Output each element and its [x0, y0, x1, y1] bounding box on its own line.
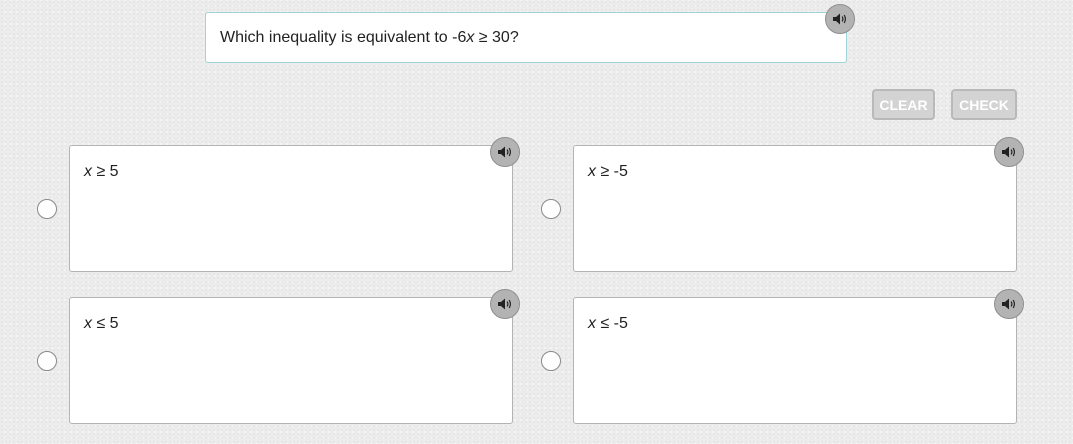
option-d-speaker-icon[interactable]: [994, 289, 1024, 319]
option-b-radio[interactable]: [541, 199, 561, 219]
option-c-text: x ≤ 5: [84, 315, 119, 332]
option-b-speaker-icon[interactable]: [994, 137, 1024, 167]
option-d-radio[interactable]: [541, 351, 561, 371]
option-c-card[interactable]: x ≤ 5: [69, 297, 513, 424]
option-d-card[interactable]: x ≤ -5: [573, 297, 1017, 424]
check-button[interactable]: CHECK: [951, 89, 1017, 120]
question-speaker-icon[interactable]: [825, 4, 855, 34]
question-text: Which inequality is equivalent to -6x ≥ …: [220, 29, 519, 46]
option-b-card[interactable]: x ≥ -5: [573, 145, 1017, 272]
option-a-speaker-icon[interactable]: [490, 137, 520, 167]
question-box: Which inequality is equivalent to -6x ≥ …: [205, 12, 847, 63]
option-b-text: x ≥ -5: [588, 163, 628, 180]
option-c-radio[interactable]: [37, 351, 57, 371]
option-a-card[interactable]: x ≥ 5: [69, 145, 513, 272]
option-c-speaker-icon[interactable]: [490, 289, 520, 319]
option-a-text: x ≥ 5: [84, 163, 119, 180]
clear-button[interactable]: CLEAR: [872, 89, 935, 120]
option-d-text: x ≤ -5: [588, 315, 628, 332]
option-a-radio[interactable]: [37, 199, 57, 219]
